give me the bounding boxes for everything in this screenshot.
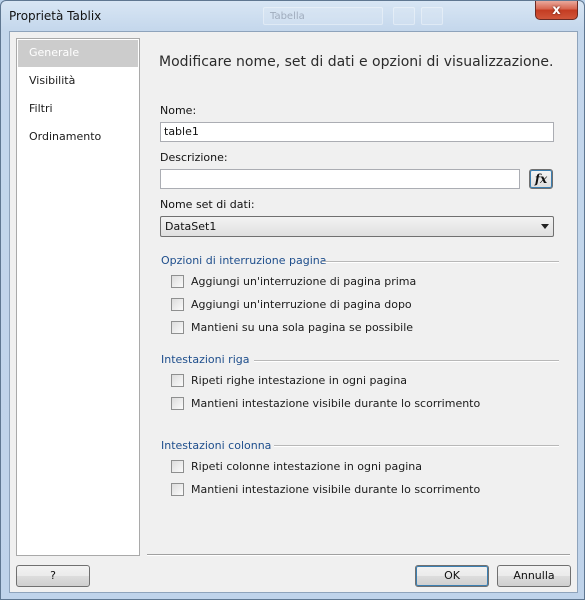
checkbox[interactable] — [171, 374, 184, 387]
checkbox-label: Mantieni su una sola pagina se possibile — [191, 321, 414, 334]
checkbox-row[interactable]: Mantieni intestazione visibile durante l… — [171, 397, 480, 410]
group-divider — [322, 261, 559, 263]
sidebar-item-filtri[interactable]: Filtri — [18, 96, 138, 123]
cancel-button[interactable]: Annulla — [497, 565, 571, 587]
dialog-client-area: Generale Visibilità Filtri Ordinamento M… — [9, 31, 578, 593]
name-field[interactable]: table1 — [160, 122, 554, 142]
close-button[interactable]: x — [535, 1, 578, 20]
sidebar-item-visibilita[interactable]: Visibilità — [18, 68, 138, 95]
sidebar-item-ordinamento[interactable]: Ordinamento — [18, 124, 138, 151]
close-icon: x — [552, 2, 561, 18]
checkbox[interactable] — [171, 460, 184, 473]
title-bar[interactable]: Proprietà Tablix Tabella x — [1, 1, 584, 31]
row-headers-group-title: Intestazioni riga — [161, 353, 250, 366]
checkbox-row[interactable]: Ripeti righe intestazione in ogni pagina — [171, 374, 407, 387]
name-label: Nome: — [160, 104, 197, 117]
dialog-window: Proprietà Tablix Tabella x Generale Visi… — [0, 0, 585, 600]
description-field[interactable] — [160, 169, 520, 189]
page-break-group-title: Opzioni di interruzione pagina — [161, 254, 327, 267]
column-headers-group-title: Intestazioni colonna — [161, 439, 272, 452]
page-title: Modificare nome, set di dati e opzioni d… — [159, 54, 554, 70]
group-divider — [254, 360, 559, 362]
checkbox-row[interactable]: Mantieni su una sola pagina se possibile — [171, 321, 413, 334]
checkbox-row[interactable]: Aggiungi un'interruzione di pagina prima — [171, 275, 416, 288]
checkbox-label: Mantieni intestazione visibile durante l… — [191, 397, 481, 410]
background-toolbar-field: Tabella — [263, 7, 383, 25]
sidebar-nav: Generale Visibilità Filtri Ordinamento — [16, 38, 140, 556]
chevron-down-icon — [541, 224, 549, 229]
window-title: Proprietà Tablix — [9, 9, 102, 23]
sidebar-item-generale[interactable]: Generale — [18, 40, 138, 67]
main-panel: Modificare nome, set di dati e opzioni d… — [146, 32, 577, 557]
checkbox[interactable] — [171, 298, 184, 311]
group-divider — [274, 445, 559, 447]
checkbox[interactable] — [171, 321, 184, 334]
function-icon: fx — [534, 172, 548, 186]
dataset-select[interactable]: DataSet1 — [160, 216, 554, 237]
dataset-selected-value: DataSet1 — [165, 220, 217, 233]
checkbox[interactable] — [171, 397, 184, 410]
description-label: Descrizione: — [160, 151, 228, 164]
expression-button[interactable]: fx — [529, 169, 553, 189]
checkbox-label: Mantieni intestazione visibile durante l… — [191, 483, 481, 496]
checkbox-label: Aggiungi un'interruzione di pagina dopo — [191, 298, 412, 311]
checkbox-row[interactable]: Aggiungi un'interruzione di pagina dopo — [171, 298, 412, 311]
checkbox-row[interactable]: Ripeti colonne intestazione in ogni pagi… — [171, 460, 422, 473]
checkbox[interactable] — [171, 483, 184, 496]
dataset-label: Nome set di dati: — [160, 198, 255, 211]
checkbox-label: Aggiungi un'interruzione di pagina prima — [191, 275, 417, 288]
checkbox-label: Ripeti righe intestazione in ogni pagina — [191, 374, 408, 387]
footer-divider — [147, 554, 570, 556]
checkbox-label: Ripeti colonne intestazione in ogni pagi… — [191, 460, 423, 473]
checkbox-row[interactable]: Mantieni intestazione visibile durante l… — [171, 483, 480, 496]
ok-button[interactable]: OK — [415, 565, 489, 587]
help-button[interactable]: ? — [16, 565, 90, 587]
checkbox[interactable] — [171, 275, 184, 288]
background-toolbar-button — [421, 7, 443, 25]
background-toolbar-button — [393, 7, 415, 25]
